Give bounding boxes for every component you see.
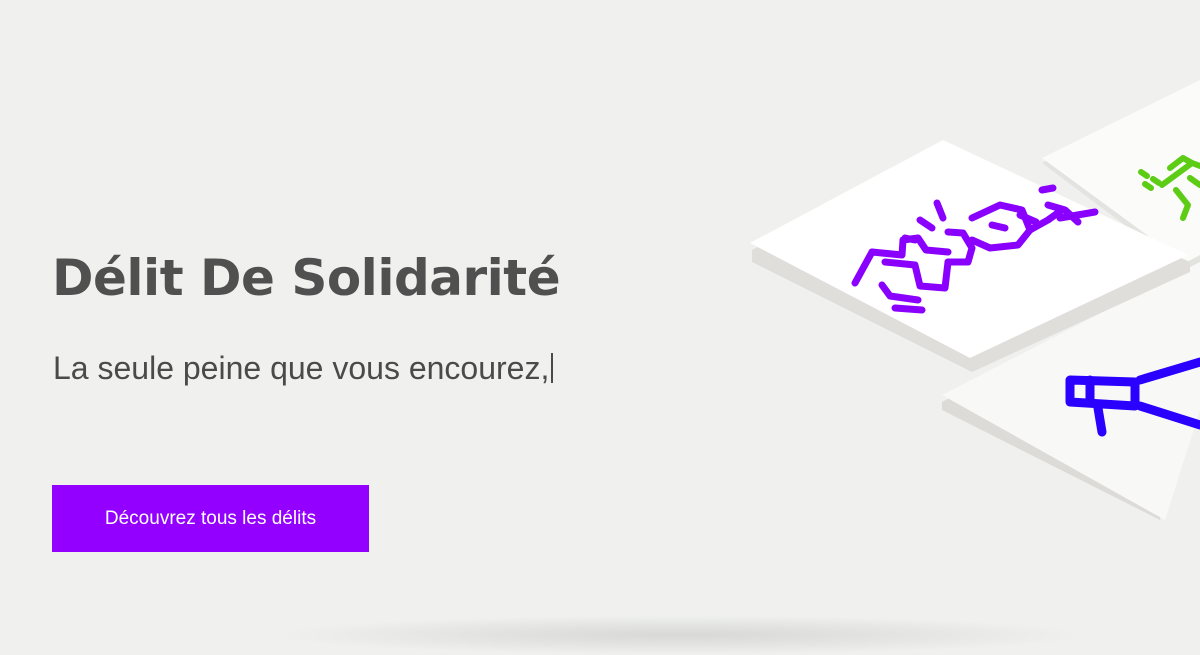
hero-subtitle: La seule peine que vous encourez, [53,348,554,388]
text-caret [551,353,554,383]
discover-offenses-button[interactable]: Découvrez tous les délits [52,485,369,552]
hero-subtitle-text: La seule peine que vous encourez, [53,350,550,386]
isometric-cards-illustration [750,80,1200,520]
decorative-shadow [270,615,1090,655]
hero-title: Délit De Solidarité [52,249,561,307]
